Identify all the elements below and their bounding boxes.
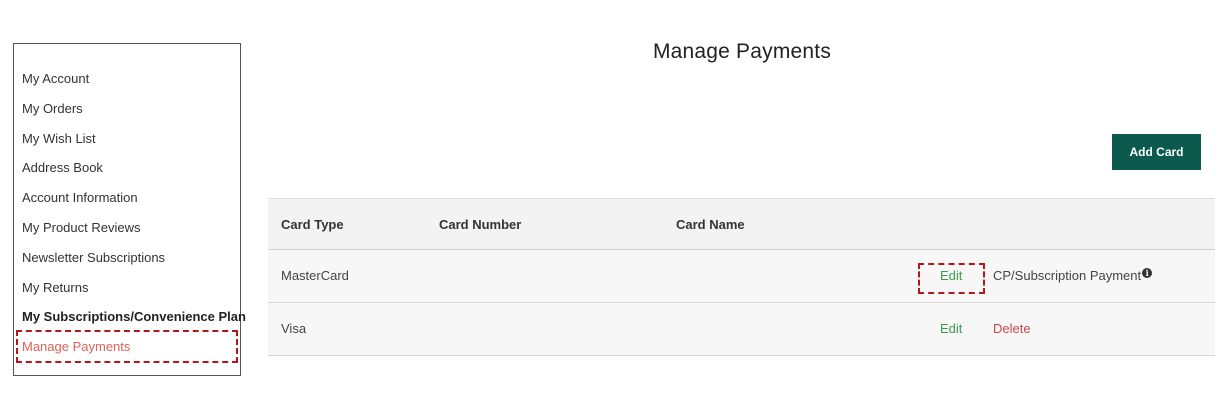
table-row: MasterCard Edit CP/Subscription Payment i [268,250,1215,303]
account-sidebar: My Account My Orders My Wish List Addres… [13,43,246,376]
page-title: Manage Payments [652,40,832,63]
sidebar-item-my-wish-list[interactable]: My Wish List [22,124,234,154]
table-header: Card Type Card Number Card Name [268,198,1215,250]
account-nav-list: My Account My Orders My Wish List Addres… [22,64,246,362]
sidebar-item-address-book[interactable]: Address Book [22,153,234,183]
sidebar-item-my-orders[interactable]: My Orders [22,94,234,124]
edit-link[interactable]: Edit [940,250,962,302]
sidebar-item-account-information[interactable]: Account Information [22,183,234,213]
add-card-button[interactable]: Add Card [1112,134,1201,170]
card-type-cell: Visa [281,321,307,336]
info-icon[interactable]: i [1142,268,1153,278]
table-row: Visa Edit Delete [268,303,1215,356]
column-header-card-type: Card Type [281,217,344,232]
sidebar-item-my-subscriptions[interactable]: My Subscriptions/Convenience Plan [22,302,246,332]
sidebar-item-my-account[interactable]: My Account [22,64,234,94]
delete-link[interactable]: Delete [993,303,1031,355]
subscription-payment-note: CP/Subscription Payment i [993,250,1153,302]
card-type-cell: MasterCard [281,268,349,283]
sidebar-item-my-product-reviews[interactable]: My Product Reviews [22,213,234,243]
edit-link[interactable]: Edit [940,303,962,355]
subscription-payment-label: CP/Subscription Payment [993,268,1142,283]
sidebar-item-my-returns[interactable]: My Returns [22,273,234,303]
sidebar-item-newsletter-subscriptions[interactable]: Newsletter Subscriptions [22,243,234,273]
sidebar-item-manage-payments[interactable]: Manage Payments [22,332,234,362]
column-header-card-number: Card Number [439,217,522,232]
column-header-card-name: Card Name [676,217,745,232]
payments-table: Card Type Card Number Card Name MasterCa… [268,198,1215,356]
